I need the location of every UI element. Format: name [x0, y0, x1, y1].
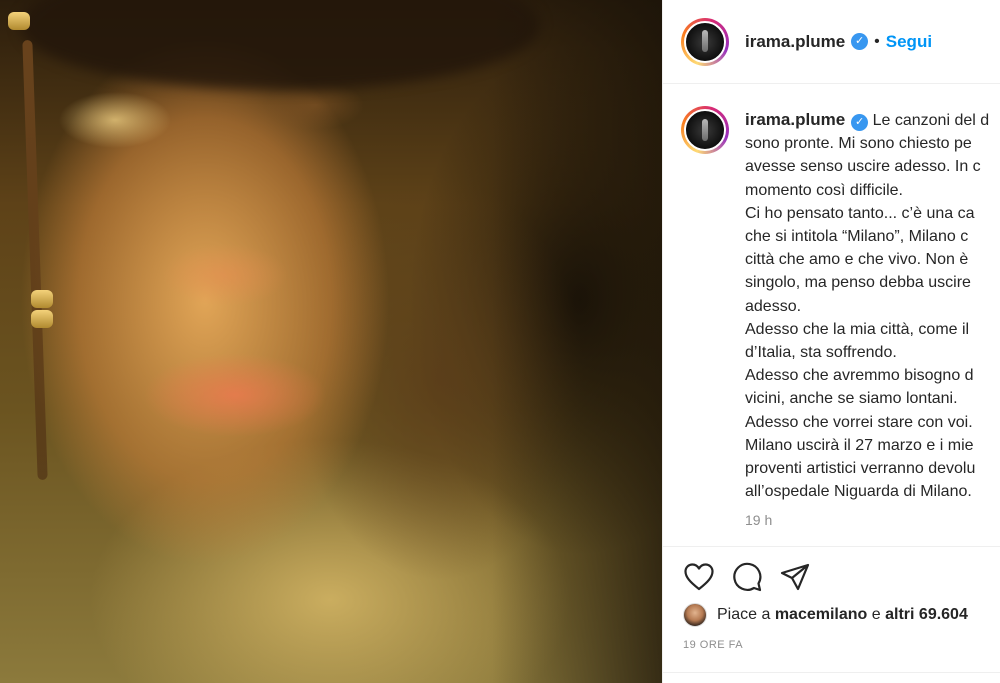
photo-bead	[31, 310, 53, 328]
photo-bead	[31, 290, 53, 308]
verified-badge-icon: ✓	[851, 114, 869, 131]
action-icons-row	[663, 547, 1000, 593]
photo-dreadlock	[22, 39, 48, 481]
caption-line: Ci ho pensato tanto... c’è una ca	[745, 204, 975, 222]
author-avatar[interactable]	[681, 17, 729, 66]
caption-line: all’ospedale Niguarda di Milano.	[745, 483, 972, 501]
caption-line: che si intitola “Milano”, Milano c	[745, 228, 969, 246]
photo-shadow	[492, 0, 662, 683]
comment-icon[interactable]	[731, 562, 763, 592]
post-photo[interactable]	[0, 0, 662, 683]
comments-section[interactable]: irama.plume ✓ Le canzoni del d sono pront…	[663, 84, 1000, 544]
follow-button[interactable]: Segui	[886, 32, 932, 52]
caption-line: momento così difficile.	[745, 181, 903, 199]
paper-plane-icon-glyph	[780, 563, 810, 591]
caption-line: sono pronte. Mi sono chiesto pe	[745, 135, 972, 153]
caption-line: Milano uscirà il 27 marzo e i mie	[745, 436, 974, 454]
likes-summary: Piace a macemilano e altri 69.604	[663, 603, 1000, 627]
divider	[663, 672, 1000, 673]
caption-author-avatar[interactable]	[681, 106, 729, 154]
caption-line: adesso.	[745, 297, 802, 315]
photo-hair-shadow	[20, 0, 540, 90]
post-actions: Piace a macemilano e altri 69.604 19 ORE…	[663, 546, 1000, 666]
avatar-image	[684, 20, 726, 63]
caption-line: avesse senso uscire adesso. In c	[745, 158, 981, 176]
caption-timestamp[interactable]: 19 h	[745, 509, 1000, 532]
paper-plane-icon[interactable]	[779, 562, 811, 592]
caption-line: d’Italia, sta soffrendo.	[745, 344, 897, 362]
header-separator: •	[874, 32, 880, 50]
liker-username[interactable]: macemilano	[775, 606, 867, 624]
caption-line: vicini, anche se siamo lontani.	[745, 390, 958, 408]
post-timestamp[interactable]: 19 ORE FA	[663, 639, 1000, 651]
caption-line: irama.plume ✓ Le canzoni del d	[745, 108, 1000, 132]
heart-icon-glyph	[684, 563, 714, 591]
author-username[interactable]: irama.plume	[745, 32, 845, 52]
likes-count-link[interactable]: altri 69.604	[885, 606, 968, 624]
avatar-image	[684, 109, 726, 151]
comment-icon-glyph	[733, 562, 762, 592]
caption-line: Adesso che la mia città, come il	[745, 320, 970, 338]
caption-line: città che amo e che vivo. Non è	[745, 251, 969, 269]
caption-author-username[interactable]: irama.plume	[745, 110, 845, 129]
caption-line: Adesso che vorrei stare con voi.	[745, 413, 973, 431]
likes-prefix: Piace a	[717, 606, 771, 623]
verified-badge-icon: ✓	[851, 33, 869, 50]
caption: irama.plume ✓ Le canzoni del d sono pront…	[681, 106, 1000, 533]
post-header: irama.plume ✓ • Segui	[663, 0, 1000, 84]
likes-conj: e	[871, 606, 881, 623]
caption-body: irama.plume ✓ Le canzoni del d sono pront…	[745, 108, 1000, 533]
caption-text: Le canzoni del d	[872, 112, 990, 129]
caption-line: singolo, ma penso debba uscire	[745, 274, 971, 292]
caption-line: proventi artistici verranno devolu	[745, 460, 976, 478]
caption-line: Adesso che avremmo bisogno d	[745, 367, 974, 385]
liker-avatar[interactable]	[683, 603, 707, 627]
photo-bead	[8, 12, 30, 30]
heart-icon[interactable]	[683, 562, 715, 592]
post-side-panel: irama.plume ✓ • Segui irama.plume ✓ Le ca…	[662, 0, 1000, 683]
